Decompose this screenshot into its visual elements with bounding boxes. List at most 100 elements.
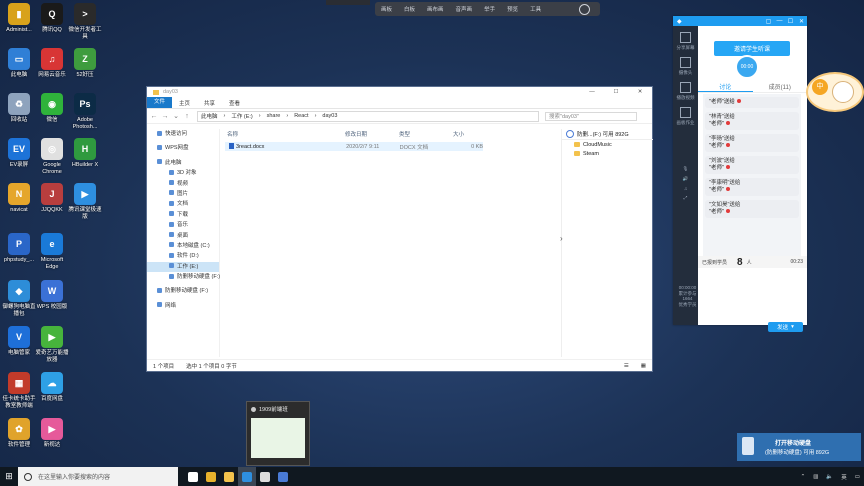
nav-item[interactable]: 音乐 — [147, 220, 219, 230]
toolbar-item[interactable]: 举手 — [478, 5, 501, 13]
tab-view[interactable]: 查看 — [222, 99, 247, 107]
nav-item[interactable]: 文档 — [147, 199, 219, 209]
nav-item[interactable]: 3D 对象 — [147, 168, 219, 178]
list-item[interactable]: CloudMusic — [562, 140, 653, 149]
desktop-icon[interactable]: ☁ 百度网盘 — [35, 372, 69, 403]
toolbar-item[interactable]: 画板 — [375, 5, 398, 13]
power-icon[interactable] — [579, 3, 590, 15]
breadcrumb-item[interactable]: day03 — [319, 113, 340, 119]
up-arrow-icon[interactable]: ↑ — [183, 113, 191, 120]
windows-start-icon[interactable]: ⊞ — [0, 467, 18, 486]
desktop-icon[interactable]: e Microsoft Edge — [35, 233, 69, 270]
details-view-icon[interactable]: ☰ — [618, 363, 635, 369]
close-icon[interactable]: ✕ — [628, 89, 652, 95]
taskbar-thumbnail[interactable]: 1909前端班 — [246, 401, 310, 466]
desktop-icon[interactable]: > 微信开发者工具 — [68, 3, 102, 40]
expand-tray-icon[interactable]: ⌃ — [797, 474, 810, 480]
table-row[interactable]: 3react.docx 2020/2/7 9:11 DOCX 文档 0 KB — [225, 142, 483, 151]
toolbar-item[interactable]: 预览 — [501, 5, 524, 13]
nav-item[interactable]: 防删移动硬盘 (F:) — [147, 272, 220, 282]
nav-item[interactable]: 下载 — [147, 210, 219, 220]
desktop-icon[interactable]: ▭ 此电脑 — [2, 48, 36, 79]
share-screen-button[interactable]: 分享屏幕 — [673, 32, 698, 51]
nav-item[interactable]: 此电脑 — [147, 158, 219, 168]
desktop-icon[interactable]: ▶ 腾讯课堂极速版 — [68, 183, 102, 220]
desktop-icon[interactable]: J JJQQKK — [35, 183, 69, 214]
large-icons-view-icon[interactable]: ▦ — [635, 363, 652, 369]
column-header-date[interactable]: 修改日期 — [345, 130, 399, 138]
invite-students-button[interactable]: 邀请学生听课 — [714, 41, 790, 56]
nav-item[interactable]: 防删移动硬盘 (F:) — [147, 286, 219, 296]
fullscreen-icon[interactable]: ⤢ — [673, 195, 698, 200]
chrome-taskbar-button[interactable] — [202, 467, 220, 486]
desktop-icon[interactable]: Ps Adobe Photosh... — [68, 93, 102, 130]
nav-item[interactable]: 桌面 — [147, 231, 219, 241]
desktop-icon[interactable]: ▮ Administ... — [2, 3, 36, 34]
desktop-icon[interactable]: ◉ 微信 — [35, 93, 69, 124]
notification-icon[interactable]: ▭ — [851, 474, 864, 480]
restore-icon[interactable]: ▢ — [763, 18, 774, 25]
back-arrow-icon[interactable]: ← — [150, 113, 158, 120]
speaker-icon[interactable]: 🔊 — [673, 176, 698, 182]
nav-item[interactable]: 软件 (D:) — [147, 251, 219, 261]
screen-recorder-taskbar-button[interactable] — [256, 467, 274, 486]
desktop-icon[interactable]: Z 52好压 — [68, 48, 102, 79]
nav-item[interactable]: 图片 — [147, 189, 219, 199]
input-method-label[interactable]: 英 — [837, 473, 851, 481]
tab-members[interactable]: 成员(11) — [753, 82, 808, 92]
usb-notification[interactable]: 打开移动硬盘 (防删移动硬盘) 可用 892G — [737, 433, 861, 461]
column-header-name[interactable]: 名称 — [221, 130, 345, 138]
desktop-icon[interactable]: ▦ 佳卡统卡助手教室教师端 — [2, 372, 36, 409]
column-header-type[interactable]: 类型 — [399, 130, 453, 138]
tab-home[interactable]: 主页 — [172, 99, 197, 107]
nav-item[interactable]: 视频 — [147, 179, 219, 189]
chevron-right-icon[interactable]: › — [560, 234, 563, 243]
nav-item[interactable]: 网络 — [147, 301, 219, 311]
desktop-icon[interactable]: Pphpstudy_... — [2, 233, 36, 264]
desktop-icon[interactable]: ◎ Google Chrome — [35, 138, 69, 175]
toolbar-item[interactable]: 白板 — [398, 5, 421, 13]
maximize-icon[interactable]: ☐ — [785, 18, 796, 25]
desktop-icon[interactable]: ▶ 爱奇艺万能播放器 — [35, 326, 69, 363]
browser-taskbar-button[interactable] — [274, 467, 292, 486]
play-video-button[interactable]: 播放视频 — [673, 82, 698, 101]
column-header-size[interactable]: 大小 — [453, 130, 493, 138]
desktop-icon[interactable]: ♻ 回收站 — [2, 93, 36, 124]
minimize-icon[interactable]: — — [774, 18, 785, 25]
file-explorer-taskbar-button[interactable] — [220, 467, 238, 486]
desktop-icon[interactable]: EV EV录屏 — [2, 138, 36, 169]
task-view-taskbar-button[interactable] — [184, 467, 202, 486]
nav-item[interactable]: 快速访问 — [147, 129, 219, 139]
address-bar[interactable]: 此电脑 › 工作 (E:) › share › React › day03 — [197, 110, 539, 122]
breadcrumb-item[interactable]: 此电脑 — [198, 112, 221, 120]
desktop-icon[interactable]: W WPS 校园版 — [35, 280, 69, 311]
close-icon[interactable]: ✕ — [796, 18, 807, 25]
tencent-class-taskbar-button[interactable] — [238, 467, 256, 486]
network-icon[interactable]: ▥ — [809, 474, 822, 480]
board-button[interactable]: 画板作业 — [673, 107, 698, 126]
chevron-down-icon[interactable]: ⌄ — [172, 112, 180, 120]
toolbar-item[interactable]: 工具 — [524, 5, 547, 13]
desktop-icon[interactable]: ✿ 软件管理 — [2, 418, 36, 449]
desktop-icon[interactable]: ▶ 新视达 — [35, 418, 69, 449]
nav-item[interactable]: 本地磁盘 (C:) — [147, 241, 219, 251]
desktop-icon[interactable]: ◆ 御螺狗电脑直播包 — [2, 280, 36, 317]
tab-share[interactable]: 共享 — [197, 99, 222, 107]
desktop-icon[interactable]: H HBuilder X — [68, 138, 102, 169]
desktop-icon[interactable]: Q 腾讯QQ — [35, 3, 69, 34]
forward-arrow-icon[interactable]: → — [161, 113, 169, 120]
toolbar-item[interactable]: 画布画 — [421, 5, 450, 13]
volume-icon[interactable]: 🔈 — [822, 474, 837, 480]
desktop-icon[interactable]: V 电脑管家 — [2, 326, 36, 357]
tab-file[interactable]: 文件 — [147, 97, 173, 108]
microphone-icon[interactable]: 🎙 — [673, 166, 698, 172]
toolbar-item[interactable]: 音声画 — [450, 5, 479, 13]
camera-button[interactable]: 摄像头 — [673, 57, 698, 76]
breadcrumb-item[interactable]: 工作 (E:) — [228, 112, 255, 120]
nav-item[interactable]: 工作 (E:) — [147, 261, 219, 273]
minimize-icon[interactable]: — — [580, 89, 604, 95]
breadcrumb-item[interactable]: React — [291, 113, 311, 119]
list-item[interactable]: Steam — [562, 149, 653, 158]
breadcrumb-item[interactable]: share — [264, 113, 284, 119]
nav-item[interactable]: WPS网盘 — [147, 143, 219, 153]
